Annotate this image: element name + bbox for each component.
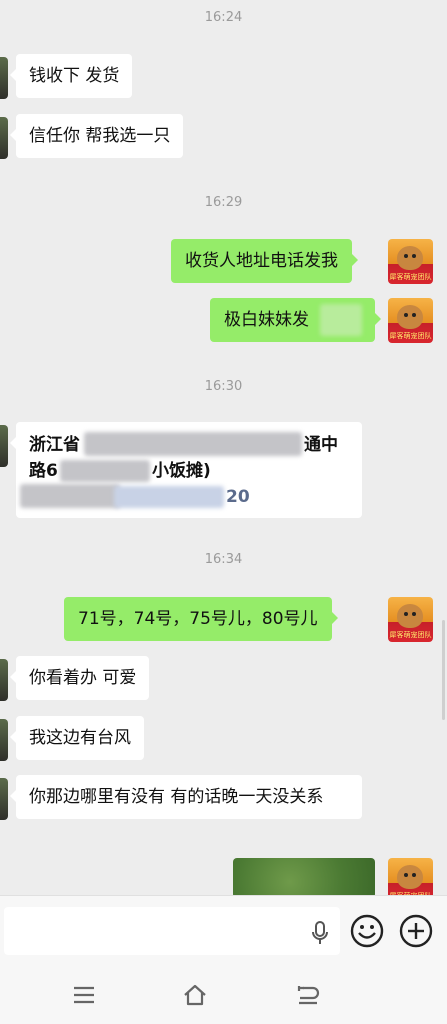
address-line-1-end: 通中 — [304, 435, 338, 455]
contact-avatar[interactable] — [0, 719, 8, 761]
plus-icon[interactable] — [399, 914, 433, 948]
timestamp: 16:29 — [204, 195, 243, 210]
message-input[interactable] — [4, 907, 340, 955]
contact-avatar[interactable] — [0, 425, 8, 467]
back-icon[interactable] — [295, 983, 321, 1007]
message-text: 极白妹妹发 — [224, 310, 309, 330]
redaction-blur — [20, 484, 120, 508]
message-bubble-address[interactable]: 浙江省 通中 路6 小饭摊) 20 — [10, 422, 362, 518]
chat-area[interactable]: 16:24 钱收下 发货 信任你 帮我选一只 16:29 收货人地址电话发我 犀… — [0, 0, 447, 895]
message-bubble-incoming[interactable]: 钱收下 发货 — [9, 54, 133, 98]
my-avatar[interactable]: 犀客萌宠团队 — [388, 858, 433, 895]
phone-number-end: 20 — [226, 487, 250, 507]
redaction-blur — [114, 486, 224, 508]
address-line-2-start: 路6 — [29, 461, 58, 481]
message-bubble-incoming[interactable]: 我这边有台风 — [10, 716, 144, 760]
message-bubble-incoming[interactable]: 信任你 帮我选一只 — [9, 114, 184, 158]
address-line-2-end: 小饭摊) — [152, 461, 211, 481]
dog-face-icon — [397, 305, 423, 329]
input-bar — [0, 895, 447, 968]
contact-avatar[interactable] — [0, 117, 8, 159]
message-bubble-outgoing[interactable]: 极白妹妹发 — [210, 298, 381, 342]
dog-face-icon — [397, 246, 423, 270]
timestamp: 16:24 — [204, 10, 243, 25]
message-bubble-incoming[interactable]: 你看着办 可爱 — [9, 656, 150, 700]
image-message[interactable] — [233, 858, 375, 895]
dog-face-icon — [397, 604, 423, 628]
address-line-1-start: 浙江省 — [29, 435, 80, 455]
my-avatar[interactable]: 犀客萌宠团队 — [388, 597, 433, 642]
redaction-blur — [60, 460, 150, 482]
avatar-label: 犀客萌宠团队 — [389, 332, 432, 340]
timestamp: 16:34 — [204, 552, 243, 567]
contact-avatar[interactable] — [0, 659, 8, 701]
home-icon[interactable] — [182, 983, 208, 1007]
scrollbar[interactable] — [442, 620, 445, 720]
message-bubble-outgoing[interactable]: 收货人地址电话发我 — [171, 239, 358, 283]
avatar-label: 犀客萌宠团队 — [389, 631, 432, 639]
microphone-icon[interactable] — [309, 920, 331, 946]
message-bubble-outgoing[interactable]: 71号，74号，75号儿，80号儿 — [64, 597, 338, 641]
timestamp: 16:30 — [204, 379, 243, 394]
avatar-label: 犀客萌宠团队 — [389, 273, 432, 281]
menu-icon[interactable] — [71, 983, 97, 1007]
emoji-icon[interactable] — [350, 914, 384, 948]
redaction-blur — [320, 304, 362, 336]
dog-face-icon — [397, 865, 423, 889]
contact-avatar[interactable] — [0, 778, 8, 820]
my-avatar[interactable]: 犀客萌宠团队 — [388, 298, 433, 343]
system-nav-bar — [0, 967, 447, 1024]
redaction-blur — [84, 432, 302, 456]
my-avatar[interactable]: 犀客萌宠团队 — [388, 239, 433, 284]
contact-avatar[interactable] — [0, 57, 8, 99]
message-bubble-incoming[interactable]: 你那边哪里有没有 有的话晚一天没关系 — [10, 775, 362, 819]
